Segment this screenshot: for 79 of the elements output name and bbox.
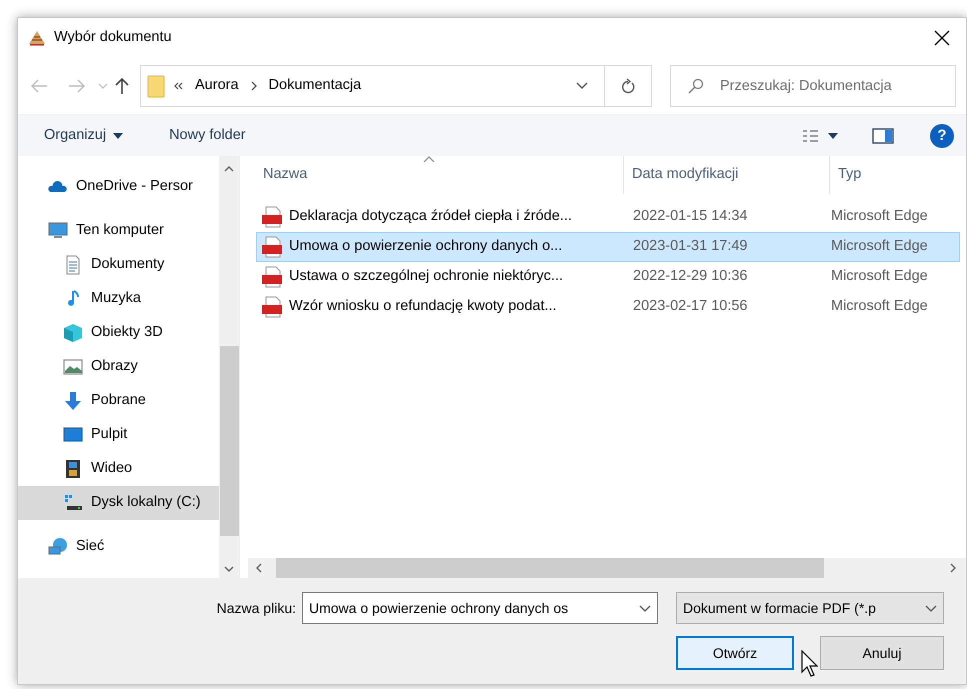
column-header[interactable]: Nazwa: [248, 156, 623, 194]
refresh-icon[interactable]: [621, 78, 635, 94]
sidebar-item[interactable]: Sieć: [18, 530, 219, 564]
sidebar-item[interactable]: OneDrive - Persor: [18, 170, 219, 204]
help-button[interactable]: ?: [930, 124, 954, 148]
sidebar-item[interactable]: Muzyka: [18, 282, 219, 316]
dropdown-chevron-icon[interactable]: [576, 82, 588, 90]
pdf-file-icon: [261, 236, 283, 258]
close-icon[interactable]: [934, 30, 950, 46]
sidebar-item[interactable]: Obrazy: [18, 350, 219, 384]
file-row[interactable]: Deklaracja dotycząca źródeł ciepła i źróde... 2022-01-15 14:34 Microsoft Edge: [256, 202, 960, 232]
view-list-icon[interactable]: [802, 128, 838, 142]
file-date: 2023-01-31 17:49: [632, 237, 748, 256]
preview-pane-icon[interactable]: [872, 128, 894, 144]
pdf-file-icon: [261, 206, 283, 228]
file-row[interactable]: Wzór wniosku o refundację kwoty podat... 2023-02-17 10:56 Microsoft Edge: [256, 292, 960, 322]
scroll-down-icon: [224, 566, 234, 572]
horizontal-scrollbar[interactable]: [248, 558, 966, 578]
sidebar-item[interactable]: Wideo: [18, 452, 219, 486]
drive-icon: [63, 493, 83, 513]
file-name: Ustawa o szczególnej ochronie niektóryc...: [289, 267, 564, 286]
filename-value: Umowa o powierzenie ochrony danych os: [309, 598, 570, 618]
file-type-value: Dokument w formacie PDF (*.p: [683, 598, 877, 618]
double-chevron-icon: [173, 82, 183, 90]
file-type-combo[interactable]: Dokument w formacie PDF (*.p: [676, 592, 944, 624]
sidebar-item[interactable]: Pobrane: [18, 384, 219, 418]
folder-icon: [147, 74, 165, 98]
file-date: 2022-01-15 14:34: [632, 207, 748, 226]
organize-menu-button[interactable]: Organizuj: [40, 120, 128, 150]
new-folder-button[interactable]: Nowy folder: [165, 120, 250, 150]
file-type: Microsoft Edge: [830, 267, 928, 286]
file-date: 2023-02-17 10:56: [632, 297, 748, 316]
monitor-icon: [48, 221, 68, 241]
cloud-icon: [48, 181, 68, 193]
search-icon: [688, 78, 704, 94]
cancel-button[interactable]: Anuluj: [820, 636, 944, 670]
chevron-down-icon: [639, 604, 651, 612]
file-name: Wzór wniosku o refundację kwoty podat...: [289, 297, 557, 316]
pdf-file-icon: [261, 296, 283, 318]
chevron-down-icon: [925, 604, 937, 612]
sort-caret-icon: [423, 156, 435, 162]
file-row[interactable]: Ustawa o szczególnej ochronie niektóryc... 2022-12-29 10:36 Microsoft Edge: [256, 262, 960, 292]
file-type: Microsoft Edge: [830, 297, 928, 316]
mouse-cursor-icon: [801, 650, 819, 678]
address-bar[interactable]: Aurora Dokumentacja: [140, 65, 652, 107]
scroll-right-icon: [950, 563, 956, 573]
film-icon: [63, 459, 83, 479]
breadcrumb-item[interactable]: Dokumentacja: [268, 75, 362, 97]
file-date: 2022-12-29 10:36: [632, 267, 748, 286]
pdf-file-icon: [261, 266, 283, 288]
file-row[interactable]: Umowa o powierzenie ochrony danych o... 2023-01-31 17:49 Microsoft Edge: [256, 232, 960, 262]
vertical-scrollbar[interactable]: [219, 156, 239, 578]
file-name: Deklaracja dotycząca źródeł ciepła i źróde...: [289, 207, 572, 226]
sidebar-item[interactable]: Ten komputer: [18, 214, 219, 248]
search-field[interactable]: Przeszukaj: Dokumentacja: [670, 65, 956, 107]
filename-combo[interactable]: Umowa o powierzenie ochrony danych os: [302, 592, 658, 624]
sidebar-item[interactable]: Dokumenty: [18, 248, 219, 282]
picture-icon: [63, 357, 83, 377]
sidebar-item[interactable]: Dysk lokalny (C:): [18, 486, 219, 520]
file-name: Umowa o powierzenie ochrony danych o...: [289, 237, 562, 256]
breadcrumb-item[interactable]: Aurora: [195, 75, 239, 97]
sidebar-item[interactable]: Pulpit: [18, 418, 219, 452]
scroll-up-icon: [224, 166, 234, 172]
column-header[interactable]: Data modyfikacji: [623, 156, 829, 194]
window-title: Wybór dokumentu: [54, 28, 173, 48]
sidebar-item[interactable]: Obiekty 3D: [18, 316, 219, 350]
column-header[interactable]: Typ: [829, 156, 868, 194]
file-type: Microsoft Edge: [830, 237, 928, 256]
up-arrow-icon[interactable]: [114, 77, 130, 95]
chevron-right-icon: [250, 81, 257, 91]
logo-icon: [28, 30, 46, 46]
scroll-left-icon: [256, 563, 262, 573]
file-type: Microsoft Edge: [830, 207, 928, 226]
cube-icon: [63, 323, 83, 343]
field-label: Nazwa pliku:: [216, 598, 296, 618]
caret-icon: [113, 132, 124, 138]
open-button[interactable]: Otwórz: [676, 636, 794, 670]
download-arrow-icon: [63, 391, 83, 411]
network-icon: [48, 537, 68, 557]
